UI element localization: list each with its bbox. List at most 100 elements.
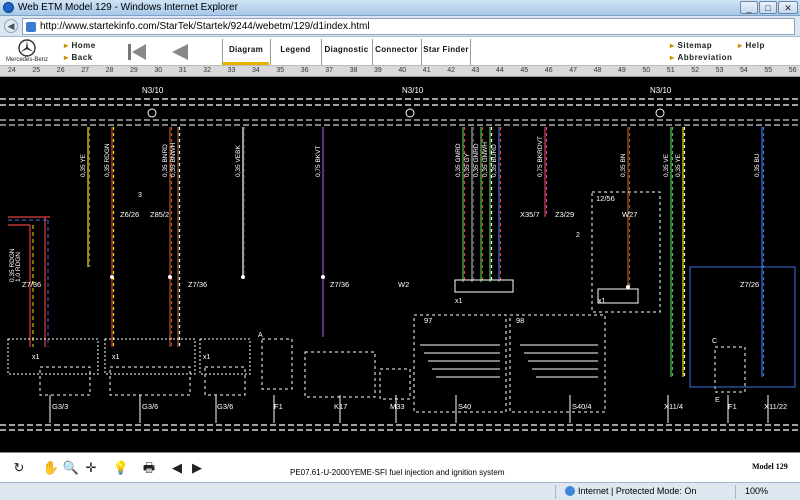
component-label: Z7/36 (330, 280, 349, 289)
component-box (39, 366, 91, 396)
component-label: Z7/26 (740, 280, 759, 289)
component-label: Z7/36 (22, 280, 41, 289)
component-label: F1 (274, 402, 283, 411)
ruler-tick: 49 (618, 67, 626, 74)
plug-label: x1 (455, 298, 463, 305)
mercedes-logo: Mercedes-Benz (6, 39, 50, 65)
sitemap-link[interactable]: ▸ Sitemap (670, 41, 712, 50)
back-link[interactable]: ▸ Back (64, 53, 93, 62)
wire-label: 0,35 GY (464, 152, 471, 177)
tab-connector[interactable]: Connector (372, 39, 420, 65)
terminal-dot (110, 275, 114, 279)
bus-label: N3/10 (142, 86, 164, 95)
ruler-tick: 44 (496, 67, 504, 74)
ruler-tick: 28 (105, 67, 114, 74)
wire-label: 0,35 VE (663, 153, 670, 177)
pin-label: E (715, 397, 720, 404)
first-page-icon[interactable] (126, 42, 148, 62)
ruler-tick: 43 (471, 67, 480, 74)
help-link[interactable]: ▸ Help (738, 41, 765, 50)
connector-box-g3-3 (7, 338, 99, 375)
component-box (204, 366, 246, 396)
pan-hand-icon[interactable]: ✋ (42, 459, 60, 477)
wire-label: 0,75 BKVT (315, 146, 322, 177)
component-label: 12/56 (596, 194, 615, 203)
pin-label: C (712, 338, 717, 345)
ruler-tick: 41 (422, 67, 431, 74)
ruler-tick: 47 (569, 67, 577, 74)
lightbulb-icon[interactable]: 💡 (112, 459, 130, 477)
component-label: 98 (516, 316, 524, 325)
ruler-tick: 54 (740, 67, 748, 74)
tab-star-finder[interactable]: Star Finder (421, 39, 471, 65)
bus-connector-icon (147, 108, 157, 118)
ruler-tick: 45 (520, 67, 529, 74)
close-button[interactable]: ✕ (778, 1, 798, 14)
component-label: G3/6 (142, 402, 158, 411)
component-box (109, 366, 191, 396)
wire-label: 0,35 BNWH (170, 142, 177, 177)
component-label: S40 (458, 402, 471, 411)
tab-legend[interactable]: Legend (270, 39, 320, 65)
switch-box-s40 (413, 314, 507, 413)
component-label: G3/6 (217, 402, 233, 411)
print-icon[interactable]: 🖶 (140, 459, 158, 477)
component-label: Z85/2 (150, 210, 169, 219)
home-link[interactable]: ▸ Home (64, 41, 96, 50)
minimize-button[interactable]: _ (740, 1, 758, 14)
wire-label: 0,35 BN (620, 153, 627, 177)
ruler-tick: 55 (764, 67, 773, 74)
wire-label: 0,35 RDGN (104, 143, 111, 177)
address-bar: ◀ http://www.startekinfo.com/StarTek/Sta… (0, 16, 800, 37)
zoom-icon[interactable]: 🔍 (62, 459, 80, 477)
fuse-box-f1b (714, 346, 746, 393)
ruler-tick: 33 (227, 67, 236, 74)
ie-icon (3, 2, 14, 13)
component-label: X11/22 (764, 402, 787, 411)
wire-label: 1,0 RDGN (15, 252, 22, 282)
crosshair-icon[interactable]: ✛ (82, 459, 100, 477)
ruler-tick: 50 (642, 67, 651, 74)
wire-label: 0,35 GNRD (473, 143, 480, 177)
wire-label: 0,35 BNRD (162, 144, 169, 177)
ruler-tick: 48 (593, 67, 602, 74)
rotate-icon[interactable]: ↻ (10, 459, 28, 477)
bus-connector-icon (655, 108, 665, 118)
fuse-box-f1 (261, 338, 293, 390)
plug-label: x1 (112, 354, 120, 361)
ruler-tick: 51 (666, 67, 675, 74)
pin-label: 2 (576, 232, 580, 239)
component-label: G3/3 (52, 402, 68, 411)
document-title: ME-SFI fuel injection and ignition syste… (360, 468, 505, 477)
address-field[interactable]: http://www.startekinfo.com/StarTek/Start… (22, 18, 795, 35)
back-arrow-icon[interactable]: ◀ (168, 459, 186, 477)
ruler-tick: 36 (300, 67, 309, 74)
ruler-tick: 39 (374, 67, 382, 74)
security-zone: Internet | Protected Mode: On (578, 486, 697, 496)
tab-diagnostic[interactable]: Diagnostic (321, 39, 371, 65)
abbreviation-link[interactable]: ▸ Abbreviation (670, 53, 732, 62)
bus-label: N3/10 (650, 86, 672, 95)
previous-page-icon[interactable] (168, 42, 190, 62)
terminal-dot (626, 285, 630, 289)
tab-diagram[interactable]: Diagram (222, 39, 269, 65)
wire-label: 0,35 VEBK (235, 145, 242, 177)
brand-label: Mercedes-Benz (6, 57, 49, 63)
maximize-button[interactable]: □ (759, 1, 777, 14)
ruler-tick: 34 (252, 67, 260, 74)
wire-label: 0,35 GNRD (455, 143, 462, 177)
component-label: W27 (622, 210, 637, 219)
ruler-tick: 37 (325, 67, 333, 74)
title-bar: Web ETM Model 129 - Windows Internet Exp… (0, 0, 800, 16)
component-label: X35/7 (520, 210, 540, 219)
forward-arrow-icon[interactable]: ▶ (188, 459, 206, 477)
terminal-dot (241, 275, 245, 279)
back-nav-icon[interactable]: ◀ (4, 19, 18, 33)
document-id: PE07.61-U-2000YE (290, 468, 361, 477)
zoom-level[interactable]: 100% (745, 486, 768, 496)
wiring-diagram[interactable]: N3/10 N3/10 N3/10 0,35 YE 0,35 RDGN 0,35 BNRD… (0, 77, 800, 452)
ruler-tick: 53 (715, 67, 724, 74)
pump-box-m33 (379, 368, 411, 400)
bus-connector-icon (405, 108, 415, 118)
component-label: S40/4 (572, 402, 592, 411)
